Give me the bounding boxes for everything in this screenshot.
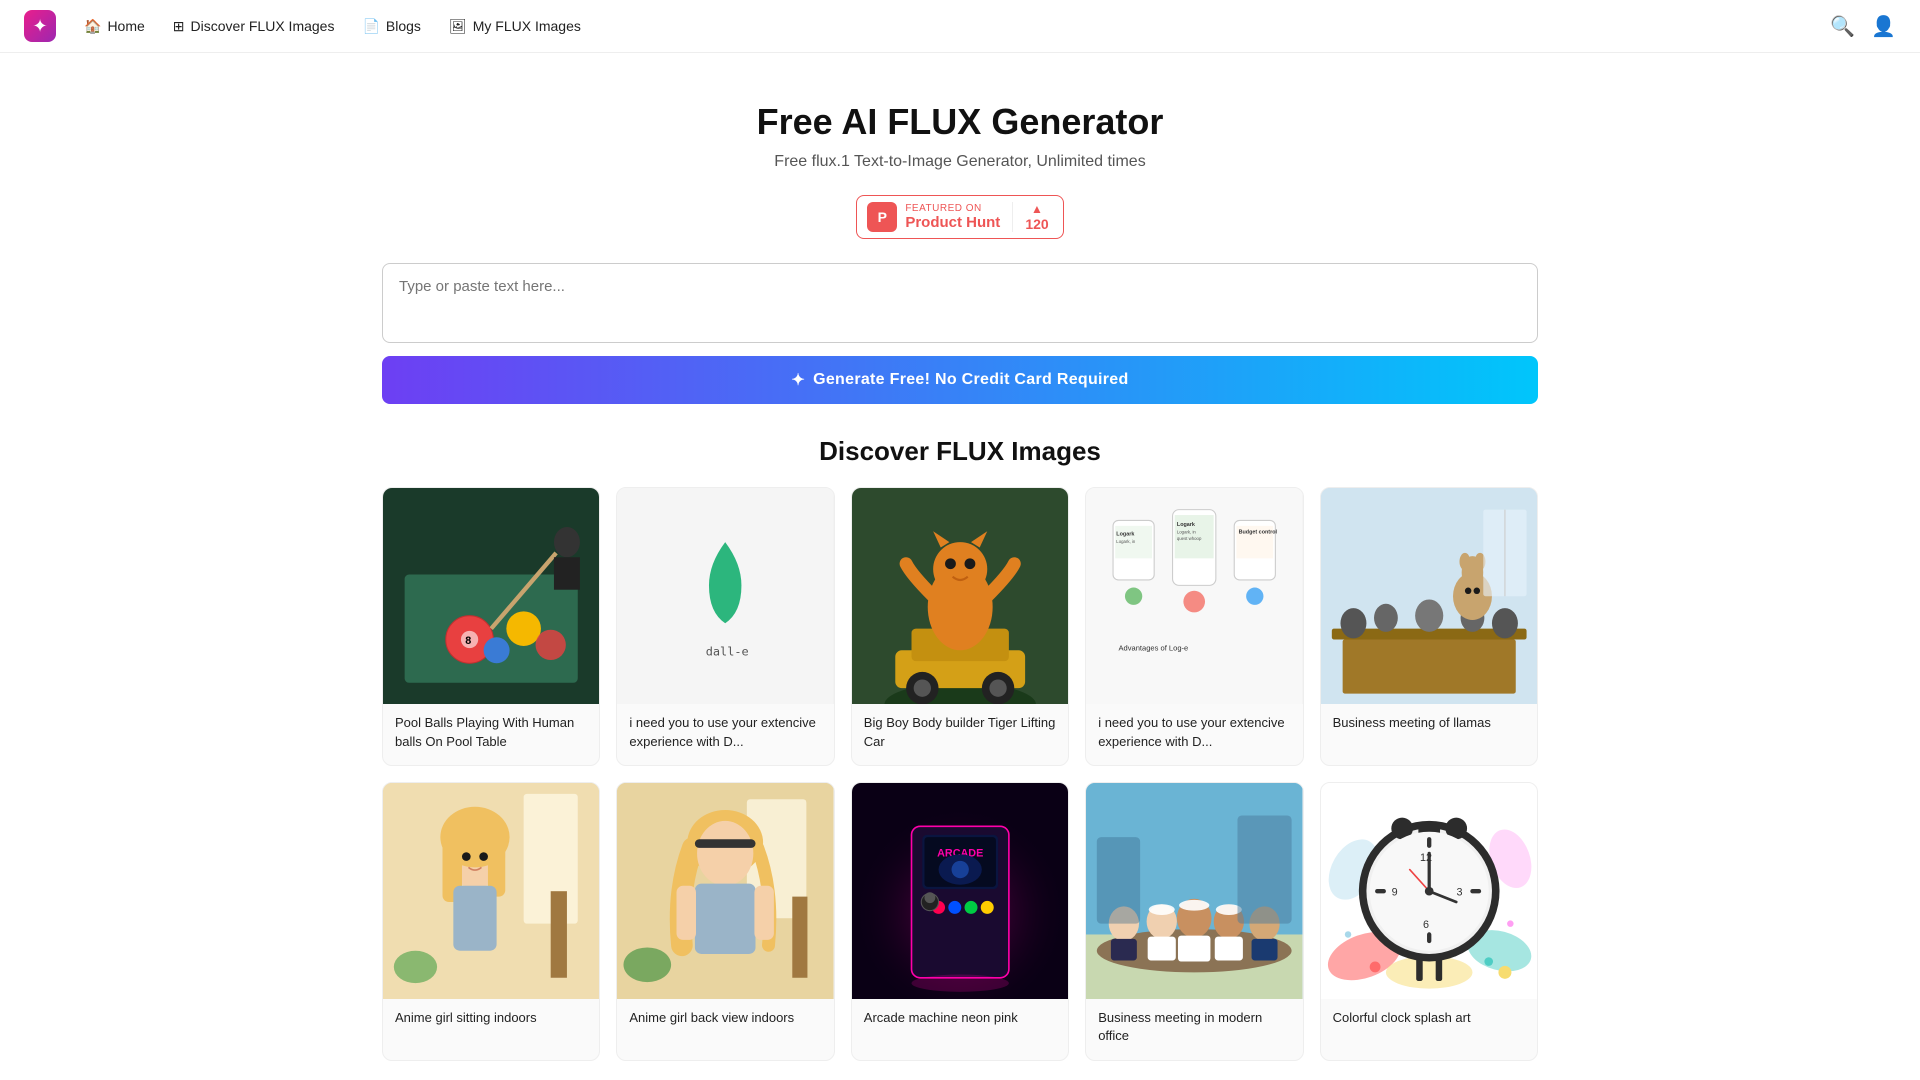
svg-text:quest whoop: quest whoop xyxy=(1177,536,1202,541)
ph-arrow-icon: ▲ xyxy=(1031,202,1043,216)
image-search-icon[interactable]: 🔍 xyxy=(1830,14,1855,39)
card-tiger-title: Big Boy Body builder Tiger Lifting Car xyxy=(852,704,1068,764)
nav-blogs-label: Blogs xyxy=(386,18,421,34)
generate-button[interactable]: ✦ Generate Free! No Credit Card Required xyxy=(382,356,1538,404)
card-anime2-title: Anime girl back view indoors xyxy=(617,999,833,1041)
svg-text:Logark, in: Logark, in xyxy=(1177,529,1197,534)
card-logark-title: i need you to use your extencive experie… xyxy=(1086,704,1302,764)
ph-number: 120 xyxy=(1025,216,1048,232)
prompt-input[interactable] xyxy=(382,263,1538,343)
discover-title: Discover FLUX Images xyxy=(382,436,1538,467)
product-hunt-badge[interactable]: P FEATURED ON Product Hunt ▲ 120 xyxy=(856,195,1063,239)
hero-section: Free AI FLUX Generator Free flux.1 Text-… xyxy=(0,53,1920,263)
svg-text:Advantages of Log-e: Advantages of Log-e xyxy=(1119,643,1189,652)
nav-right: 🔍 👤 xyxy=(1830,14,1896,39)
nav-home[interactable]: 🏠 Home xyxy=(84,18,145,35)
images-icon: 🖼 xyxy=(449,18,467,35)
prompt-section: ✦ Generate Free! No Credit Card Required xyxy=(310,263,1610,404)
card-dalle[interactable]: dall-e i need you to use your extencive … xyxy=(616,487,834,766)
card-dalle-image: dall-e xyxy=(617,488,833,704)
card-llama-title: Business meeting of llamas xyxy=(1321,704,1537,746)
blog-icon: 📄 xyxy=(362,18,379,35)
card-meeting[interactable]: Business meeting in modern office xyxy=(1085,782,1303,1061)
card-anime1-title: Anime girl sitting indoors xyxy=(383,999,599,1041)
nav-left: ✦ 🏠 Home ⊞ Discover FLUX Images 📄 Blogs … xyxy=(24,10,581,42)
svg-text:dall-e: dall-e xyxy=(706,645,749,659)
card-meeting-image xyxy=(1086,783,1302,999)
svg-text:Logark: Logark xyxy=(1116,532,1135,538)
card-arcade-image: ARCADE xyxy=(852,783,1068,999)
nav-my-images[interactable]: 🖼 My FLUX Images xyxy=(449,18,581,35)
card-anime1[interactable]: Anime girl sitting indoors xyxy=(382,782,600,1061)
card-llama-image xyxy=(1321,488,1537,704)
generate-button-label: Generate Free! No Credit Card Required xyxy=(813,371,1128,389)
svg-text:Logark: Logark xyxy=(1177,522,1196,528)
user-icon[interactable]: 👤 xyxy=(1871,14,1896,39)
hero-subtitle: Free flux.1 Text-to-Image Generator, Unl… xyxy=(16,153,1904,171)
card-dalle-title: i need you to use your extencive experie… xyxy=(617,704,833,764)
card-clock-title: Colorful clock splash art xyxy=(1321,999,1537,1041)
nav-discover[interactable]: ⊞ Discover FLUX Images xyxy=(173,18,335,35)
card-arcade[interactable]: ARCADE Arcade machine neon pink xyxy=(851,782,1069,1061)
grid-icon: ⊞ xyxy=(173,18,185,35)
card-anime1-image xyxy=(383,783,599,999)
svg-text:3: 3 xyxy=(1456,886,1462,898)
card-arcade-title: Arcade machine neon pink xyxy=(852,999,1068,1041)
card-clock[interactable]: 12 3 6 9 xyxy=(1320,782,1538,1061)
ph-text: FEATURED ON Product Hunt xyxy=(905,203,1000,231)
nav-home-label: Home xyxy=(107,18,144,34)
card-pool[interactable]: 8 Pool Balls Playing With Human balls On… xyxy=(382,487,600,766)
navigation: ✦ 🏠 Home ⊞ Discover FLUX Images 📄 Blogs … xyxy=(0,0,1920,53)
card-anime2[interactable]: Anime girl back view indoors xyxy=(616,782,834,1061)
sparkle-icon: ✦ xyxy=(791,370,805,390)
svg-text:Logark, in: Logark, in xyxy=(1116,539,1136,544)
card-pool-image: 8 xyxy=(383,488,599,704)
card-anime2-image xyxy=(617,783,833,999)
nav-blogs[interactable]: 📄 Blogs xyxy=(362,18,420,35)
ph-name: Product Hunt xyxy=(905,214,1000,231)
card-tiger-image xyxy=(852,488,1068,704)
card-clock-image: 12 3 6 9 xyxy=(1321,783,1537,999)
ph-logo-letter: P xyxy=(878,209,887,225)
card-llama[interactable]: Business meeting of llamas xyxy=(1320,487,1538,766)
app-logo[interactable]: ✦ xyxy=(24,10,56,42)
card-pool-title: Pool Balls Playing With Human balls On P… xyxy=(383,704,599,764)
nav-discover-label: Discover FLUX Images xyxy=(191,18,335,34)
home-icon: 🏠 xyxy=(84,18,101,35)
card-logark[interactable]: Logark Logark, in quest whoop Logark Log… xyxy=(1085,487,1303,766)
svg-text:8: 8 xyxy=(465,635,471,647)
page-title: Free AI FLUX Generator xyxy=(16,101,1904,143)
svg-text:6: 6 xyxy=(1423,919,1429,931)
ph-logo: P xyxy=(867,202,897,232)
card-meeting-title: Business meeting in modern office xyxy=(1086,999,1302,1059)
svg-text:Budget control: Budget control xyxy=(1239,529,1278,535)
image-grid-row2: Anime girl sitting indoors xyxy=(382,782,1538,1061)
discover-section: Discover FLUX Images 8 xyxy=(310,436,1610,1061)
nav-my-images-label: My FLUX Images xyxy=(473,18,581,34)
card-logark-image: Logark Logark, in quest whoop Logark Log… xyxy=(1086,488,1302,704)
card-tiger[interactable]: Big Boy Body builder Tiger Lifting Car xyxy=(851,487,1069,766)
image-grid-row1: 8 Pool Balls Playing With Human balls On… xyxy=(382,487,1538,766)
ph-vote-count: ▲ 120 xyxy=(1012,202,1048,232)
svg-text:9: 9 xyxy=(1391,886,1397,898)
ph-featured-label: FEATURED ON xyxy=(905,203,981,214)
